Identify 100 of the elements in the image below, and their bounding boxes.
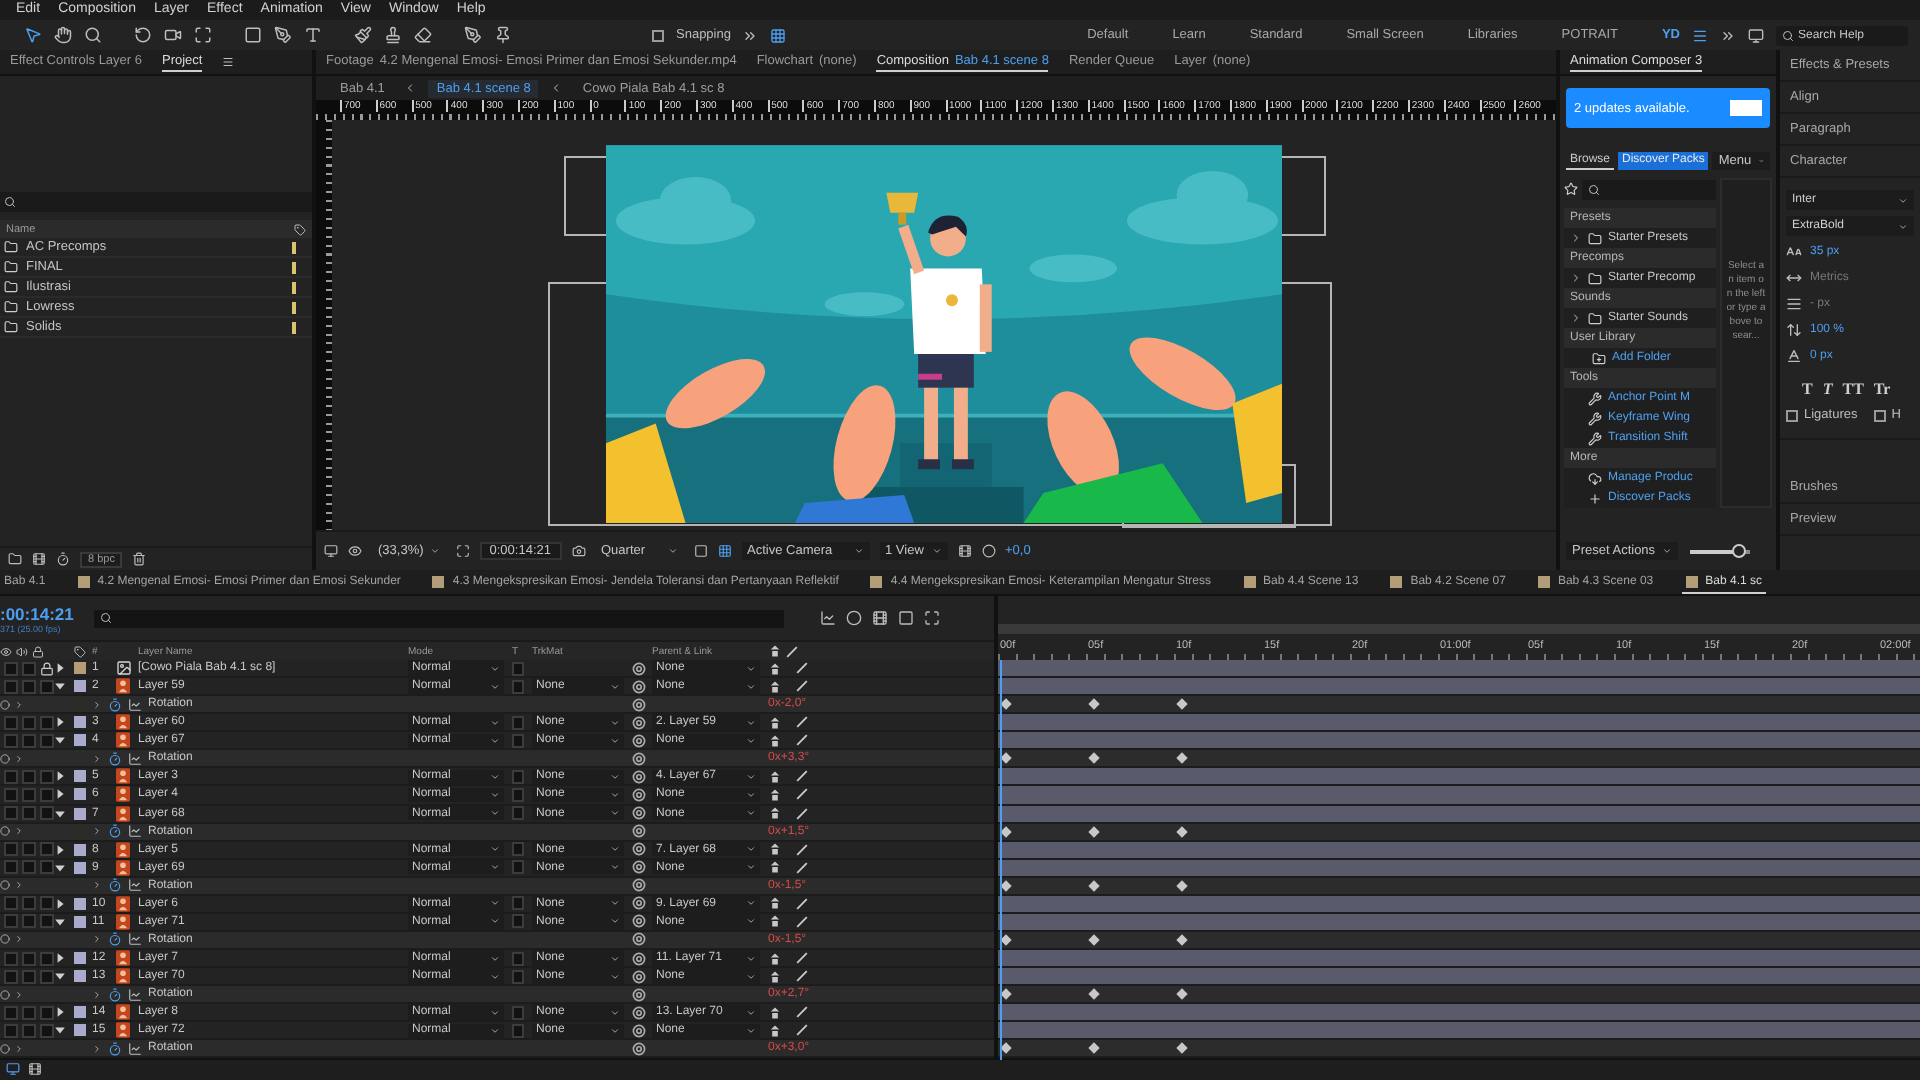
menu-icon[interactable] [1692, 27, 1708, 43]
type-icon[interactable] [304, 26, 322, 44]
caret-down-icon[interactable] [54, 807, 66, 820]
keyframe-marker[interactable] [1088, 988, 1100, 1000]
switch-box[interactable] [4, 896, 18, 911]
camera-icon[interactable] [164, 26, 182, 44]
toggle-box[interactable] [512, 914, 524, 929]
switch-box[interactable] [40, 806, 54, 821]
timecode[interactable]: :00:14:21 [0, 603, 84, 623]
switch-box[interactable] [40, 1005, 54, 1020]
shy-switch-icon[interactable] [768, 842, 782, 857]
switch-box[interactable] [40, 787, 54, 802]
switch-box[interactable] [4, 951, 18, 966]
keyframe-marker[interactable] [1176, 879, 1188, 892]
caret-down-icon[interactable] [54, 680, 66, 693]
snapshot-icon[interactable] [571, 544, 585, 558]
checkbox[interactable] [1873, 409, 1886, 421]
switch-box[interactable] [4, 679, 18, 694]
stopwatch-icon[interactable] [108, 878, 122, 893]
switch-box[interactable] [22, 733, 36, 748]
text-style-button[interactable]: Tr [1873, 380, 1891, 398]
switch-box[interactable] [40, 1023, 54, 1038]
keyframe-marker[interactable] [1176, 753, 1188, 765]
checkbox[interactable] [1786, 409, 1798, 421]
graph-icon[interactable] [128, 1041, 142, 1056]
switch-box[interactable] [22, 969, 36, 984]
zoom-icon[interactable] [84, 26, 102, 44]
shy-switch-icon[interactable] [768, 661, 782, 676]
caret-right-icon[interactable] [54, 897, 66, 910]
switch-box[interactable] [4, 715, 18, 730]
trash-icon[interactable] [132, 552, 147, 566]
shy-switch-icon[interactable] [768, 806, 782, 821]
switch-box[interactable] [4, 661, 18, 676]
rotate-icon[interactable] [134, 26, 152, 44]
shy-switch-icon[interactable] [768, 969, 782, 984]
caret-down-icon[interactable] [54, 915, 66, 928]
shy-switch-icon[interactable] [768, 896, 782, 911]
switch-box[interactable] [40, 769, 54, 784]
switch-box[interactable] [40, 842, 54, 857]
chevron-right-icon[interactable] [92, 989, 102, 1000]
switch-box[interactable] [22, 679, 36, 694]
shy-switch-icon[interactable] [768, 1023, 782, 1038]
graph-icon[interactable] [820, 610, 836, 626]
monitor-icon[interactable] [6, 1062, 20, 1077]
brush-icon[interactable] [354, 26, 372, 44]
caret-right-icon[interactable] [54, 952, 66, 965]
lock-icon[interactable] [40, 661, 54, 676]
chevron-right-icon[interactable] [92, 753, 102, 764]
graph-icon[interactable] [128, 932, 142, 947]
stopwatch-icon[interactable] [108, 1041, 122, 1056]
keyframe-marker[interactable] [1176, 825, 1188, 837]
toggle-box[interactable] [512, 896, 524, 911]
keyframe-marker[interactable] [1088, 1043, 1100, 1055]
shy-switch-icon[interactable] [768, 769, 782, 784]
layer-duration-bar[interactable] [998, 786, 1920, 805]
toggle-box[interactable] [512, 969, 524, 984]
monitor-icon[interactable] [1748, 27, 1764, 43]
graph-icon[interactable] [128, 987, 142, 1002]
stopwatch-icon[interactable] [108, 932, 122, 947]
monitor-icon[interactable] [324, 544, 338, 558]
switch-box[interactable] [4, 787, 18, 802]
stamp-icon[interactable] [384, 26, 402, 44]
switch-box[interactable] [40, 969, 54, 984]
chevron-right-icon[interactable] [92, 934, 102, 945]
graph-icon[interactable] [128, 878, 142, 893]
caret-right-icon[interactable] [54, 662, 66, 675]
fit-icon[interactable] [455, 544, 470, 558]
keyframe-marker[interactable] [1176, 1043, 1188, 1055]
eye-icon[interactable] [348, 544, 362, 558]
shy-switch-icon[interactable] [768, 715, 782, 730]
caret-down-icon[interactable] [54, 734, 66, 747]
switch-box[interactable] [22, 951, 36, 966]
graph-icon[interactable] [128, 751, 142, 766]
switch-box[interactable] [40, 914, 54, 929]
toggle-box[interactable] [512, 661, 524, 676]
keyframe-marker[interactable] [1088, 698, 1100, 710]
keyframe-marker[interactable] [1176, 934, 1188, 946]
switch-box[interactable] [40, 679, 54, 694]
pen-icon[interactable] [274, 26, 292, 44]
stopwatch-icon[interactable] [108, 697, 122, 712]
graph-icon[interactable] [128, 824, 142, 839]
caret-right-icon[interactable] [54, 1006, 66, 1019]
star-icon[interactable] [1564, 182, 1578, 196]
switch-box[interactable] [4, 733, 18, 748]
selection-tool-icon[interactable] [24, 26, 42, 44]
snapping-checkbox[interactable] [652, 29, 664, 41]
search-field[interactable] [0, 192, 312, 212]
text-style-button[interactable]: T [1802, 380, 1813, 398]
switch-box[interactable] [22, 1005, 36, 1020]
keyframe-marker[interactable] [1088, 879, 1100, 892]
switch-box[interactable] [4, 914, 18, 929]
toggle-box[interactable] [512, 733, 524, 748]
switch-box[interactable] [22, 787, 36, 802]
text-style-button[interactable]: T [1822, 380, 1833, 398]
film-icon[interactable] [32, 552, 46, 566]
chevrons-icon[interactable] [1720, 27, 1736, 43]
switch-box[interactable] [40, 951, 54, 966]
toggle-box[interactable] [512, 860, 524, 875]
menu-icon[interactable] [222, 56, 235, 68]
caret-right-icon[interactable] [54, 843, 66, 856]
